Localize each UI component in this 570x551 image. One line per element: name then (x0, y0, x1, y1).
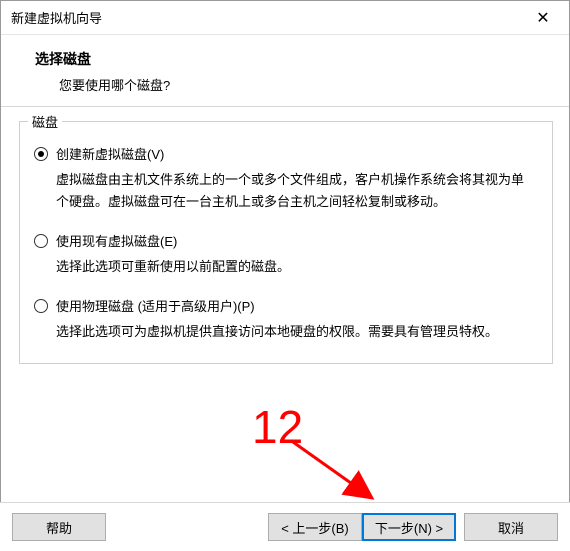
option-use-physical-desc: 选择此选项可为虚拟机提供直接访问本地硬盘的权限。需要具有管理员特权。 (56, 321, 532, 343)
option-create-new-label: 创建新虚拟磁盘(V) (56, 144, 164, 163)
radio-use-existing[interactable] (34, 234, 48, 248)
option-use-physical-label: 使用物理磁盘 (适用于高级用户)(P) (56, 296, 255, 315)
disk-groupbox: 磁盘 创建新虚拟磁盘(V) 虚拟磁盘由主机文件系统上的一个或多个文件组成，客户机… (19, 121, 553, 364)
button-bar: 帮助 < 上一步(B) 下一步(N) > 取消 (0, 502, 570, 551)
option-use-existing-label: 使用现有虚拟磁盘(E) (56, 231, 177, 250)
groupbox-label: 磁盘 (28, 112, 62, 131)
page-subtitle: 您要使用哪个磁盘? (35, 75, 529, 94)
wizard-window: 新建虚拟机向导 ✕ 选择磁盘 您要使用哪个磁盘? 磁盘 创建新虚拟磁盘(V) 虚… (0, 0, 570, 551)
cancel-button[interactable]: 取消 (464, 513, 558, 541)
titlebar: 新建虚拟机向导 ✕ (1, 1, 569, 35)
option-create-new-desc: 虚拟磁盘由主机文件系统上的一个或多个文件组成，客户机操作系统会将其视为单个硬盘。… (56, 169, 532, 213)
option-use-physical[interactable]: 使用物理磁盘 (适用于高级用户)(P) 选择此选项可为虚拟机提供直接访问本地硬盘… (34, 296, 538, 343)
wizard-body: 磁盘 创建新虚拟磁盘(V) 虚拟磁盘由主机文件系统上的一个或多个文件组成，客户机… (1, 107, 569, 364)
radio-create-new[interactable] (34, 147, 48, 161)
page-title: 选择磁盘 (35, 49, 529, 69)
close-icon: ✕ (536, 8, 549, 28)
next-button[interactable]: 下一步(N) > (362, 513, 456, 541)
close-button[interactable]: ✕ (523, 4, 563, 32)
option-create-new[interactable]: 创建新虚拟磁盘(V) 虚拟磁盘由主机文件系统上的一个或多个文件组成，客户机操作系… (34, 144, 538, 213)
annotation-number: 12 (252, 400, 303, 454)
radio-use-physical[interactable] (34, 299, 48, 313)
titlebar-title: 新建虚拟机向导 (11, 8, 102, 27)
option-use-existing-desc: 选择此选项可重新使用以前配置的磁盘。 (56, 256, 532, 278)
option-use-existing[interactable]: 使用现有虚拟磁盘(E) 选择此选项可重新使用以前配置的磁盘。 (34, 231, 538, 278)
wizard-header: 选择磁盘 您要使用哪个磁盘? (1, 35, 569, 107)
help-button[interactable]: 帮助 (12, 513, 106, 541)
back-button[interactable]: < 上一步(B) (268, 513, 362, 541)
